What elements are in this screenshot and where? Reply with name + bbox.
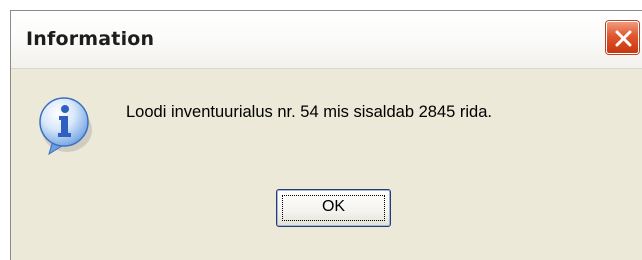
close-icon: [615, 30, 632, 47]
dialog-title: Information: [26, 28, 155, 50]
info-icon: [39, 97, 92, 156]
information-dialog: Information Loodi inventuurialus nr. 54 …: [10, 10, 642, 260]
ok-button[interactable]: OK: [276, 189, 391, 227]
ok-button-label: OK: [321, 198, 346, 215]
close-button[interactable]: [606, 21, 639, 54]
dialog-message: Loodi inventuurialus nr. 54 mis sisaldab…: [126, 103, 492, 121]
title-bar[interactable]: Information: [11, 11, 642, 69]
dialog-content: Loodi inventuurialus nr. 54 mis sisaldab…: [11, 69, 642, 260]
